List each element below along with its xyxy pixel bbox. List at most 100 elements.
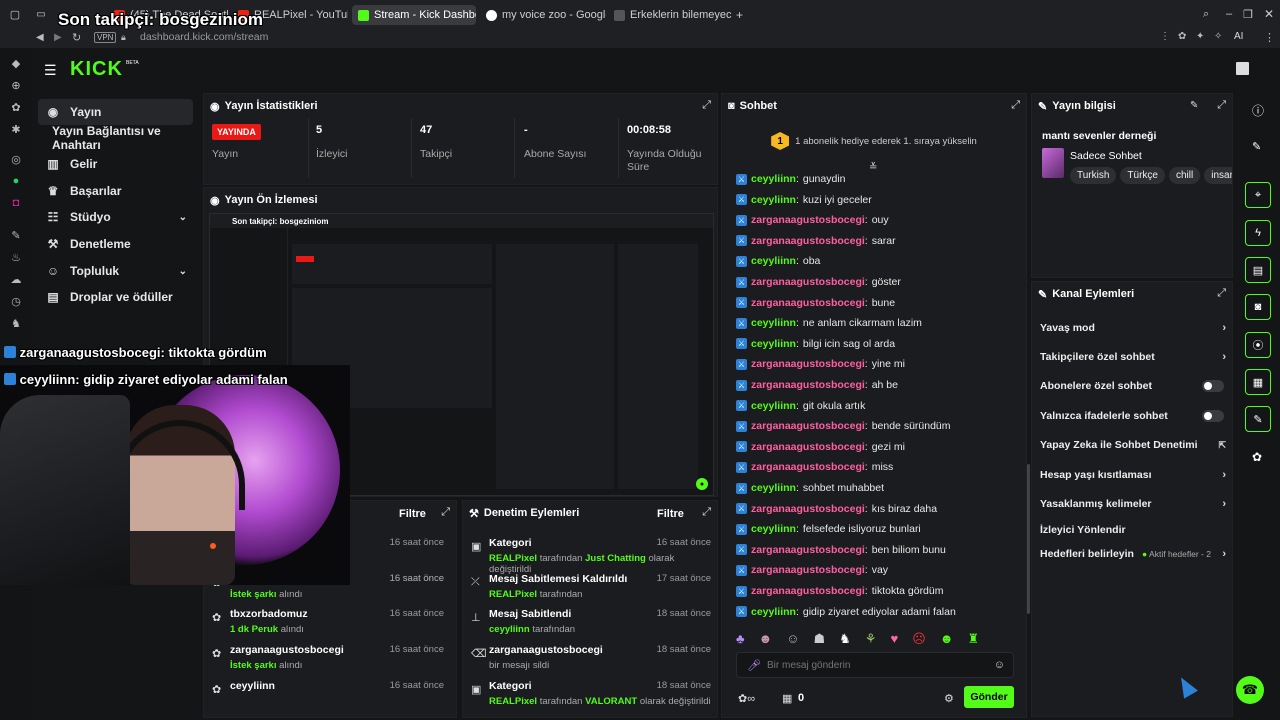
hamburger-menu-icon[interactable]: ☰ xyxy=(44,62,57,79)
emote-icon[interactable]: ⚘ xyxy=(865,631,877,647)
reload-icon[interactable]: ↻ xyxy=(72,31,81,44)
filter-button[interactable]: Filtre xyxy=(657,508,684,520)
rail-chat-button[interactable]: ◙ xyxy=(1245,294,1271,320)
extension-puzzle-icon[interactable]: ✦ xyxy=(1196,31,1204,42)
chat-message[interactable]: ⚔ zarganaagustosbocegi: vay xyxy=(736,561,888,579)
action-ai-moderation[interactable]: Yapay Zeka ile Sohbet Denetimi ⇱ xyxy=(1040,435,1226,455)
chat-username[interactable]: zarganaagustosbocegi xyxy=(751,420,865,432)
maximize-icon[interactable]: ❐ xyxy=(1243,8,1253,21)
rail-cloud-icon[interactable]: ☁ xyxy=(9,272,23,286)
info-icon[interactable]: ⓘ xyxy=(1252,102,1264,119)
chat-message[interactable]: ⚔ zarganaagustosbocegi: kıs biraz daha xyxy=(736,500,937,518)
chat-username[interactable]: zarganaagustosbocegi xyxy=(751,358,865,370)
chat-username[interactable]: zarganaagustosbocegi xyxy=(751,379,865,391)
chat-username[interactable]: zarganaagustosbocegi xyxy=(751,585,865,597)
rail-calendar-button[interactable]: ▦ xyxy=(1245,369,1271,395)
action-raid[interactable]: İzleyici Yönlendir xyxy=(1040,520,1226,540)
extension-cat-icon[interactable]: ✿ xyxy=(1178,31,1186,42)
stop-square-icon[interactable] xyxy=(1236,62,1249,75)
rail-tool-icon[interactable]: ✎ xyxy=(9,228,23,242)
chat-message[interactable]: ⚔ zarganaagustosbocegi: bune xyxy=(736,294,895,312)
forward-icon[interactable]: ▶ xyxy=(54,32,62,43)
channel-points-icon[interactable]: ✿∞ xyxy=(738,692,755,705)
chevron-down-icon[interactable]: ⌄ xyxy=(179,212,187,223)
chat-message[interactable]: ⚔ zarganaagustosbocegi: ouy xyxy=(736,211,889,229)
chat-username[interactable]: ceyyliinn xyxy=(751,482,796,494)
pinned-toggle-icon[interactable]: ≚ xyxy=(869,162,877,173)
chat-settings-icon[interactable]: ⚙ xyxy=(944,692,954,705)
rail-whatsapp-icon[interactable]: ● xyxy=(9,174,23,188)
rail-fire-icon[interactable]: ♨ xyxy=(9,250,23,264)
chat-username[interactable]: ceyyliinn xyxy=(751,523,796,535)
nav-item-denetleme[interactable]: ⚒ Denetleme xyxy=(38,231,193,257)
chat-message-field[interactable] xyxy=(767,657,967,673)
vpn-badge[interactable]: VPN xyxy=(94,32,117,43)
expand-icon[interactable]: ⤢ xyxy=(702,506,711,519)
chat-username[interactable]: ceyyliinn xyxy=(751,255,796,267)
close-window-icon[interactable]: ✕ xyxy=(1264,7,1274,21)
chat-message[interactable]: ⚔ zarganaagustosbocegi: göster xyxy=(736,273,901,291)
chat-message[interactable]: ⚔ ceyyliinn: sohbet muhabbet xyxy=(736,479,884,497)
chat-username[interactable]: zarganaagustosbocegi xyxy=(751,297,865,309)
chat-username[interactable]: ceyyliinn xyxy=(751,317,796,329)
rail-notes-button[interactable]: ▤ xyxy=(1245,257,1271,283)
search-tabs-icon[interactable]: ⌕ xyxy=(1203,8,1209,21)
chat-scrollbar[interactable] xyxy=(1027,464,1030,614)
chat-username[interactable]: zarganaagustosbocegi xyxy=(751,503,865,515)
expand-icon[interactable]: ⤢ xyxy=(702,99,711,112)
chat-message[interactable]: ⚔ ceyyliinn: oba xyxy=(736,252,820,270)
action-goals[interactable]: Hedefleri belirleyin ● Aktif hedefler - 2… xyxy=(1040,544,1226,564)
chat-username[interactable]: zarganaagustosbocegi xyxy=(751,544,865,556)
mic-icon[interactable]: 🎤︎ xyxy=(747,659,761,672)
gift-leaderboard-banner[interactable]: 1 1 abonelik hediye ederek 1. sıraya yük… xyxy=(722,128,1026,154)
emote-icon[interactable]: ☺ xyxy=(786,631,799,647)
new-tab-icon[interactable]: + xyxy=(736,8,743,22)
chat-message[interactable]: ⚔ zarganaagustosbocegi: ah be xyxy=(736,376,898,394)
rail-tools-button[interactable]: ✎ xyxy=(1245,406,1271,432)
chat-message[interactable]: ⚔ zarganaagustosbocegi: tiktokta gördüm xyxy=(736,582,944,600)
action-followers-only[interactable]: Takipçilere özel sohbet › xyxy=(1040,347,1226,367)
chat-message[interactable]: ⚔ zarganaagustosbocegi: bende süründüm xyxy=(736,417,951,435)
rail-pet-icon[interactable]: ♞ xyxy=(9,316,23,330)
extensions-icon[interactable]: ⋮ xyxy=(1160,31,1170,42)
emoji-icon[interactable]: ☺ xyxy=(994,659,1005,671)
rail-broadcast-button[interactable]: ⦿ xyxy=(1245,332,1271,358)
extension-wand-icon[interactable]: ✧ xyxy=(1214,31,1222,42)
emote-icon[interactable]: ♜ xyxy=(967,631,979,647)
emotes-only-toggle[interactable] xyxy=(1202,410,1224,422)
support-button-icon[interactable]: ☎ xyxy=(1236,676,1264,704)
tab-google-search[interactable]: my voice zoo - Google'da xyxy=(480,5,606,25)
chat-username[interactable]: ceyyliinn xyxy=(751,173,796,185)
expand-icon[interactable]: ⤢ xyxy=(1217,287,1226,300)
rail-instagram-icon[interactable]: ◘ xyxy=(9,196,23,210)
rail-boost-button[interactable]: ϟ xyxy=(1245,220,1271,246)
chat-message[interactable]: ⚔ ceyyliinn: gidip ziyaret ediyolar adami … xyxy=(736,603,956,621)
filter-button[interactable]: Filtre xyxy=(399,508,426,520)
expand-icon[interactable]: ⤢ xyxy=(441,506,450,519)
chat-message[interactable]: ⚔ zarganaagustosbocegi: ben biliom bunu xyxy=(736,541,946,559)
action-account-age[interactable]: Hesap yaşı kısıtlaması › xyxy=(1040,465,1226,485)
nav-item-stream-key[interactable]: Yayın Bağlantısı ve Anahtarı xyxy=(38,124,193,152)
edit-icon[interactable]: ✎ xyxy=(1190,100,1198,111)
chat-username[interactable]: ceyyliinn xyxy=(751,338,796,350)
chat-message[interactable]: ⚔ ceyyliinn: bilgi icin sag ol arda xyxy=(736,335,895,353)
rail-app-icon[interactable]: ◆ xyxy=(9,56,23,70)
chat-message[interactable]: ⚔ zarganaagustosbocegi: yine mi xyxy=(736,355,905,373)
browser-menu-dots-icon[interactable]: ⋮ xyxy=(1264,31,1275,44)
tab-erkekler[interactable]: Erkeklerin bilemeyeceği şe xyxy=(608,5,732,25)
emote-icon[interactable]: ♞ xyxy=(839,631,851,647)
send-button[interactable]: Gönder xyxy=(964,686,1014,708)
emote-icon[interactable]: ☻ xyxy=(940,631,954,647)
nav-item-basarilar[interactable]: ♛ Başarılar xyxy=(38,178,193,204)
expand-icon[interactable]: ⤢ xyxy=(1011,99,1020,112)
nav-item-topluluk[interactable]: ☺ Topluluk ⌄ xyxy=(38,258,193,284)
community-icon[interactable]: ✿ xyxy=(1252,450,1262,464)
chat-username[interactable]: zarganaagustosbocegi xyxy=(751,276,865,288)
chat-username[interactable]: zarganaagustosbocegi xyxy=(751,564,865,576)
nav-item-studyo[interactable]: ☷ Stüdyo ⌄ xyxy=(38,204,193,230)
rail-clock-icon[interactable]: ◷ xyxy=(9,294,23,308)
chat-message[interactable]: ⚔ zarganaagustosbocegi: miss xyxy=(736,458,893,476)
emote-icon[interactable]: ♣ xyxy=(736,631,745,647)
rail-cat-icon[interactable]: ✿ xyxy=(9,100,23,114)
url-field[interactable]: dashboard.kick.com/stream xyxy=(140,31,268,43)
